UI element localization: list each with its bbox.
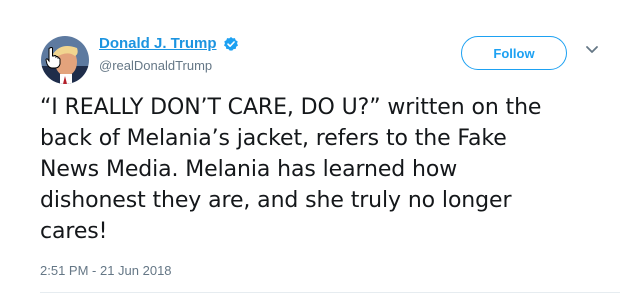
chevron-down-icon[interactable] (585, 45, 599, 55)
tweet-card: Donald J. Trump @realDonaldTrump Follow … (0, 0, 640, 297)
author-name-row: Donald J. Trump (99, 35, 239, 52)
divider (40, 292, 620, 293)
verified-badge-icon (223, 36, 238, 51)
author-handle[interactable]: @realDonaldTrump (99, 58, 212, 73)
tweet-text: “I REALLY DON’T CARE, DO U?” written on … (40, 95, 542, 244)
tweet-timestamp[interactable]: 2:51 PM - 21 Jun 2018 (40, 263, 172, 278)
follow-button[interactable]: Follow (461, 36, 567, 70)
hand-pointer-cursor (45, 47, 61, 69)
author-display-name[interactable]: Donald J. Trump (99, 35, 217, 52)
